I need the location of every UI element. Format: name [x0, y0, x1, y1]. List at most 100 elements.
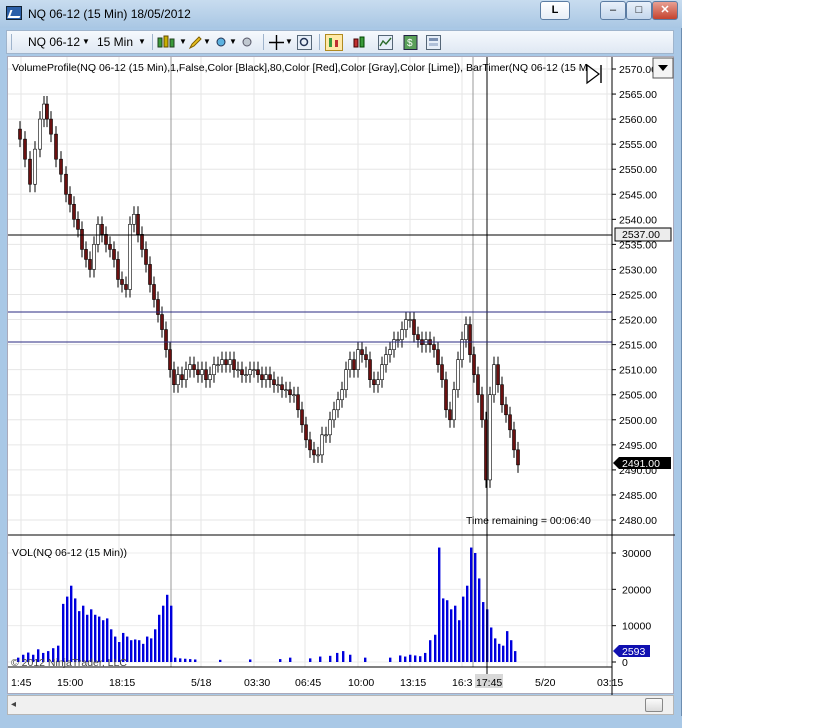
bar-style-icon[interactable]: [157, 35, 179, 50]
candle-body: [280, 384, 284, 391]
candle-body: [284, 389, 288, 392]
dropdown-arrow-icon[interactable]: ▼: [203, 35, 211, 49]
volume-bar: [458, 620, 461, 662]
close-button[interactable]: ✕: [652, 1, 678, 20]
svg-text:2593: 2593: [622, 646, 646, 658]
candle-body: [504, 404, 508, 416]
dropdown-arrow-icon[interactable]: ▼: [285, 35, 293, 49]
zoom-icon[interactable]: [297, 35, 312, 50]
price-tick-label: 2570.00: [619, 64, 657, 76]
instrument-selector[interactable]: NQ 06-12: [28, 34, 80, 50]
candle-body: [244, 374, 248, 376]
dropdown-arrow-icon[interactable]: ▼: [229, 35, 237, 49]
candle-body: [412, 319, 416, 335]
candle-body: [288, 389, 292, 396]
interval-selector[interactable]: 15 Min: [97, 34, 133, 50]
candle-body: [344, 369, 348, 391]
chart-panel[interactable]: 2570.00 2565.00 2560.00 2555.00 2550.00 2545.…: [7, 56, 675, 695]
candle-body: [23, 138, 27, 160]
minimize-button[interactable]: ‒: [600, 1, 626, 20]
candle-body: [176, 374, 180, 385]
price-tick-label: 2565.00: [619, 89, 657, 101]
candle-body: [80, 229, 84, 250]
volume-bar: [189, 659, 192, 662]
candle-body: [340, 389, 344, 401]
candle-body: [312, 449, 316, 456]
time-tick-label: 17:45: [476, 677, 502, 689]
candle-body: [64, 173, 68, 195]
volume-bars: [17, 547, 517, 662]
volume-tick-label: 30000: [622, 548, 651, 560]
candle-body: [228, 359, 232, 365]
candle-body: [116, 259, 120, 280]
dropdown-arrow-icon[interactable]: ▼: [179, 35, 187, 49]
minimize-icon: ‒: [609, 4, 617, 16]
scrollbar-thumb[interactable]: [645, 698, 663, 712]
candle-body: [380, 364, 384, 380]
time-axis[interactable]: 1:45 15:00 18:15 5/18 03:30 06:45 10:00 13:15 16…: [11, 674, 623, 689]
candle-body: [68, 193, 72, 205]
volume-bar: [478, 578, 481, 662]
price-tick-label: 2480.00: [619, 515, 657, 527]
candle-body: [120, 279, 124, 285]
candle-body: [464, 324, 468, 340]
candle-body: [488, 394, 492, 481]
candle-body: [328, 419, 332, 436]
scroll-end-icon[interactable]: [586, 63, 602, 85]
chart-menu-button[interactable]: [652, 57, 674, 79]
grid-lines: [8, 57, 612, 667]
price-tick-label: 2495.00: [619, 440, 657, 452]
chart-template-icon[interactable]: [426, 35, 441, 50]
volume-bar: [78, 611, 81, 662]
pencil-icon[interactable]: [188, 35, 203, 50]
horizontal-scrollbar[interactable]: ◂: [7, 695, 674, 715]
link-button[interactable]: L: [540, 1, 570, 20]
maximize-button[interactable]: □: [626, 1, 652, 20]
candle-body: [72, 204, 76, 220]
candle-body: [18, 128, 22, 140]
global-draw-icon[interactable]: [240, 35, 255, 50]
volume-bar: [94, 614, 97, 662]
candle-body: [54, 133, 58, 160]
volume-bar: [494, 638, 497, 662]
candle-body: [260, 374, 264, 380]
candle-body: [96, 224, 100, 245]
strategies-icon[interactable]: $: [403, 35, 418, 50]
indicators-icon[interactable]: [378, 35, 393, 50]
candle-body: [472, 354, 476, 375]
volume-bar: [154, 629, 157, 662]
price-volume-chart[interactable]: 2570.00 2565.00 2560.00 2555.00 2550.00 2545.…: [8, 57, 675, 695]
time-tick-label: 5/20: [535, 677, 556, 689]
candle-body: [300, 409, 304, 426]
candle-body: [196, 369, 200, 375]
volume-bar: [170, 605, 173, 662]
scroll-left-icon[interactable]: ◂: [11, 699, 16, 710]
candlesticks: [18, 96, 520, 488]
volume-indicator-label[interactable]: VOL(NQ 06-12 (15 Min)): [12, 547, 127, 559]
title-bar[interactable]: NQ 06-12 (15 Min) 18/05/2012 L ‒ □ ✕: [0, 0, 682, 28]
price-indicator-label[interactable]: VolumeProfile(NQ 06-12 (15 Min),1,False,…: [12, 62, 588, 74]
volume-bar: [162, 605, 165, 662]
candle-body: [408, 319, 412, 321]
dropdown-arrow-icon[interactable]: ▼: [138, 35, 146, 49]
volume-bar: [462, 596, 465, 662]
volume-bar: [399, 655, 402, 662]
volume-bar: [404, 656, 407, 662]
chart-properties-icon[interactable]: [325, 34, 343, 51]
toolbar-separator: [152, 34, 153, 50]
candle-body: [140, 234, 144, 250]
drawing-tool-icon[interactable]: [214, 35, 229, 50]
time-tick-label: 18:15: [109, 677, 135, 689]
dropdown-arrow-icon[interactable]: ▼: [82, 35, 90, 49]
candle-body: [292, 394, 296, 397]
crosshair-icon[interactable]: [269, 35, 284, 50]
candle-body: [308, 439, 312, 451]
volume-bar: [424, 652, 427, 662]
volume-bar: [309, 658, 312, 662]
data-series-icon[interactable]: [352, 35, 367, 50]
candle-body: [316, 454, 320, 457]
app-chart-icon: [6, 6, 22, 20]
copyright-label: © 2012 NinjaTrader, LLC: [11, 657, 127, 669]
volume-bar: [166, 594, 169, 662]
volume-bar: [498, 643, 501, 662]
